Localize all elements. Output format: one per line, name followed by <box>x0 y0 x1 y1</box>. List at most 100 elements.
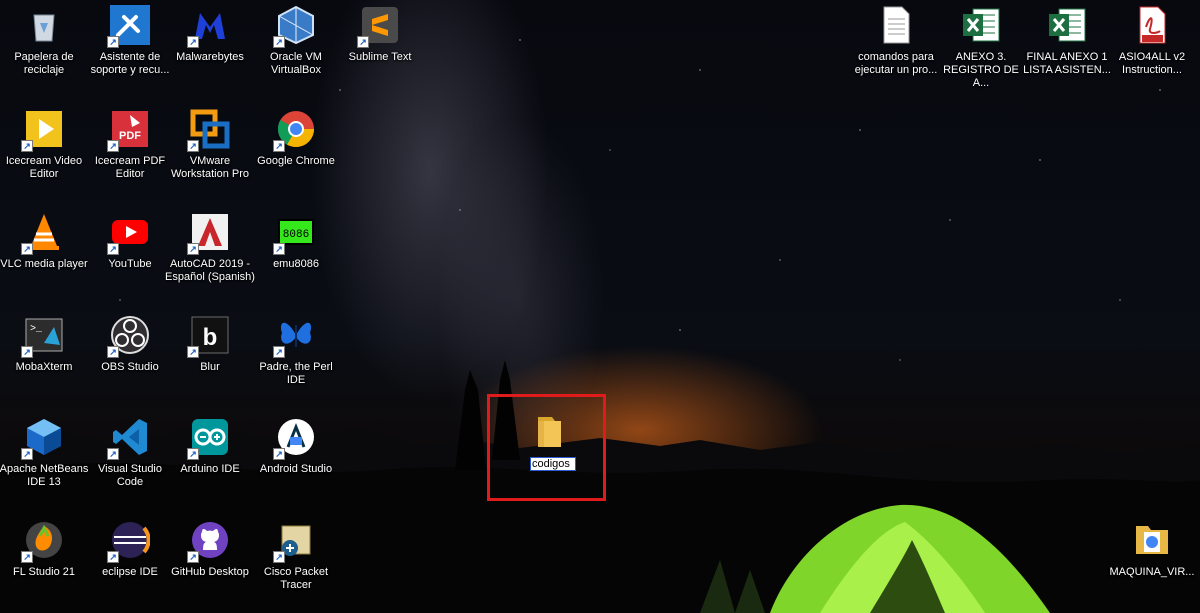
svg-text:b: b <box>203 324 218 351</box>
desktop-icon[interactable]: ↗ YouTube <box>86 207 174 271</box>
shortcut-arrow-icon: ↗ <box>273 140 285 152</box>
desktop-icon[interactable]: ↗ eclipse IDE <box>86 515 174 579</box>
shortcut-arrow-icon: ↗ <box>273 243 285 255</box>
shortcut-arrow-icon: ↗ <box>107 140 119 152</box>
desktop-icon[interactable]: ASIO4ALL v2 Instruction... <box>1108 0 1196 77</box>
desktop-icon[interactable]: ↗ VMware Workstation Pro <box>166 104 254 181</box>
desktop-icon-label: Visual Studio Code <box>97 463 162 488</box>
desktop-icon[interactable]: ↗ FL Studio 21 <box>0 515 88 579</box>
desktop-icon[interactable]: Papelera de reciclaje <box>0 0 88 77</box>
desktop-icon-label: FL Studio 21 <box>13 566 75 578</box>
desktop-icon-label: comandos para ejecutar un pro... <box>854 51 938 76</box>
desktop-icon[interactable]: 8086 ↗ emu8086 <box>252 207 340 271</box>
svg-text:PDF: PDF <box>119 130 141 142</box>
desktop-icon[interactable]: ↗ Oracle VM VirtualBox <box>252 0 340 77</box>
netbeans-icon: ↗ <box>21 414 67 460</box>
desktop-icon-label: Oracle VM VirtualBox <box>270 51 322 76</box>
desktop-icon[interactable]: ↗ GitHub Desktop <box>166 515 254 579</box>
desktop-icon[interactable]: ↗ Apache NetBeans IDE 13 <box>0 412 88 489</box>
desktop-icon-label: Icecream PDF Editor <box>94 155 166 180</box>
desktop-icon[interactable]: ↗ Google Chrome <box>252 104 340 168</box>
desktop-icon-label: Cisco Packet Tracer <box>263 566 329 591</box>
shortcut-arrow-icon: ↗ <box>187 36 199 48</box>
desktop-icon[interactable]: ANEXO 3. REGISTRO DE A... <box>937 0 1025 90</box>
desktop-icon[interactable]: ↗ OBS Studio <box>86 310 174 374</box>
pdf-file-icon <box>1129 2 1175 48</box>
shortcut-arrow-icon: ↗ <box>21 346 33 358</box>
padre-butterfly-icon: ↗ <box>273 312 319 358</box>
desktop-icon-label: OBS Studio <box>101 361 159 373</box>
desktop-icon-label: Blur <box>200 361 220 373</box>
blur-icon: b ↗ <box>187 312 233 358</box>
shortcut-arrow-icon: ↗ <box>107 243 119 255</box>
shortcut-arrow-icon: ↗ <box>187 346 199 358</box>
fl-studio-icon: ↗ <box>21 517 67 563</box>
folder-rename-input[interactable] <box>530 457 576 471</box>
desktop-icon[interactable]: ↗ Padre, the Perl IDE <box>252 310 340 387</box>
desktop-icon[interactable]: PDF ↗ Icecream PDF Editor <box>86 104 174 181</box>
folder-icon <box>538 417 561 447</box>
vmware-icon: ↗ <box>187 106 233 152</box>
support-assistant-icon: ↗ <box>107 2 153 48</box>
desktop-icon-label: Android Studio <box>259 463 333 475</box>
shortcut-arrow-icon: ↗ <box>357 36 369 48</box>
recycle-bin-icon <box>21 2 67 48</box>
desktop[interactable]: Papelera de reciclaje ↗ Asistente de sopor… <box>0 0 1200 613</box>
desktop-icon-label: Apache NetBeans IDE 13 <box>0 463 89 488</box>
shortcut-arrow-icon: ↗ <box>21 140 33 152</box>
shortcut-arrow-icon: ↗ <box>273 346 285 358</box>
youtube-icon: ↗ <box>107 209 153 255</box>
desktop-icon[interactable]: b ↗ Blur <box>166 310 254 374</box>
desktop-icon-label: VMware Workstation Pro <box>170 155 250 180</box>
desktop-icon[interactable]: ↗ Arduino IDE <box>166 412 254 476</box>
excel-file-icon <box>1044 2 1090 48</box>
desktop-icon-label: Papelera de reciclaje <box>14 51 74 76</box>
svg-text:8086: 8086 <box>283 229 309 241</box>
chrome-icon: ↗ <box>273 106 319 152</box>
shortcut-arrow-icon: ↗ <box>187 140 199 152</box>
desktop-icon-label: FINAL ANEXO 1 LISTA ASISTEN... <box>1023 51 1111 76</box>
new-folder-icon-container[interactable] <box>528 413 568 453</box>
shortcut-arrow-icon: ↗ <box>187 448 199 460</box>
autocad-icon: ↗ <box>187 209 233 255</box>
desktop-icon[interactable]: ↗ VLC media player <box>0 207 88 271</box>
desktop-icon[interactable]: ↗ Visual Studio Code <box>86 412 174 489</box>
icecream-pdf-editor-icon: PDF ↗ <box>107 106 153 152</box>
shortcut-arrow-icon: ↗ <box>107 551 119 563</box>
vlc-icon: ↗ <box>21 209 67 255</box>
sublime-text-icon: ↗ <box>357 2 403 48</box>
shortcut-arrow-icon: ↗ <box>187 243 199 255</box>
virtualbox-icon: ↗ <box>273 2 319 48</box>
desktop-icon-label: emu8086 <box>273 258 319 270</box>
arduino-icon: ↗ <box>187 414 233 460</box>
shortcut-arrow-icon: ↗ <box>21 448 33 460</box>
desktop-icon-label: YouTube <box>108 258 152 270</box>
desktop-icon-label: MobaXterm <box>15 361 73 373</box>
desktop-icon-label: VLC media player <box>0 258 88 270</box>
obs-icon: ↗ <box>107 312 153 358</box>
desktop-icon[interactable]: ↗ Malwarebytes <box>166 0 254 64</box>
desktop-icon-label: ANEXO 3. REGISTRO DE A... <box>943 51 1019 89</box>
desktop-icon-label: Sublime Text <box>348 51 412 63</box>
shortcut-arrow-icon: ↗ <box>187 551 199 563</box>
desktop-icon[interactable]: >_ ↗ MobaXterm <box>0 310 88 374</box>
desktop-icon-label: Arduino IDE <box>180 463 240 475</box>
desktop-icon-label: Google Chrome <box>257 155 335 167</box>
desktop-icon[interactable]: ↗ Asistente de soporte y recu... <box>86 0 174 77</box>
desktop-icon[interactable]: ↗ Icecream Video Editor <box>0 104 88 181</box>
desktop-icon-label: ASIO4ALL v2 Instruction... <box>1118 51 1186 76</box>
shortcut-arrow-icon: ↗ <box>107 448 119 460</box>
shortcut-arrow-icon: ↗ <box>273 36 285 48</box>
desktop-icon-label: Padre, the Perl IDE <box>259 361 333 386</box>
shortcut-arrow-icon: ↗ <box>21 551 33 563</box>
desktop-icon[interactable]: FINAL ANEXO 1 LISTA ASISTEN... <box>1023 0 1111 77</box>
desktop-icon[interactable]: ↗ Android Studio <box>252 412 340 476</box>
desktop-icon[interactable]: MAQUINA_VIR... <box>1108 515 1196 579</box>
desktop-icon[interactable]: ↗ Cisco Packet Tracer <box>252 515 340 592</box>
desktop-icon[interactable]: comandos para ejecutar un pro... <box>852 0 940 77</box>
desktop-icon[interactable]: ↗ Sublime Text <box>336 0 424 64</box>
desktop-icon-label: eclipse IDE <box>102 566 158 578</box>
desktop-icon[interactable]: ↗ AutoCAD 2019 - Español (Spanish) <box>165 207 255 284</box>
shortcut-arrow-icon: ↗ <box>273 448 285 460</box>
shortcut-arrow-icon: ↗ <box>107 36 119 48</box>
